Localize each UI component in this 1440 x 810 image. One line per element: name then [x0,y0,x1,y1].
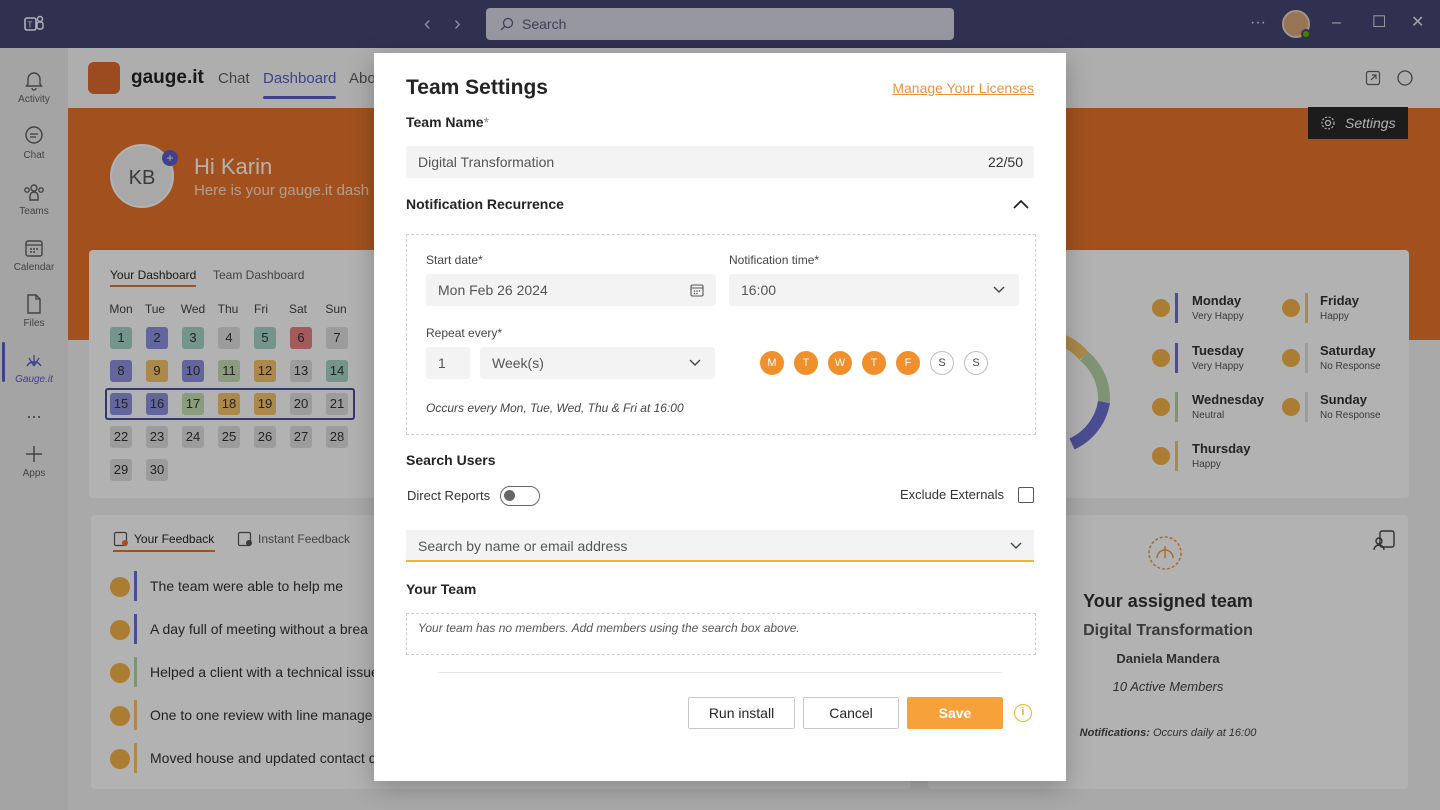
manage-licenses-link[interactable]: Manage Your Licenses [892,80,1034,96]
direct-reports-label: Direct Reports [407,488,491,503]
cancel-button[interactable]: Cancel [803,697,899,729]
team-settings-dialog: Team Settings Manage Your Licenses Team … [374,53,1066,781]
recurrence-summary: Occurs every Mon, Tue, Wed, Thu & Fri at… [426,401,684,415]
notification-time-value: 16:00 [741,282,777,298]
day-toggle-thursday[interactable]: T [862,351,886,375]
team-empty-message: Your team has no members. Add members us… [418,621,800,635]
team-name-label-text: Team Name [406,114,484,130]
exclude-externals-label: Exclude Externals [900,487,1005,502]
save-button[interactable]: Save [907,697,1003,729]
exclude-externals-checkbox[interactable] [1018,487,1034,503]
day-toggle-tuesday[interactable]: T [794,351,818,375]
notification-time-label: Notification time* [729,253,820,267]
user-search-input[interactable]: Search by name or email address [406,530,1034,562]
chevron-up-icon[interactable] [1012,197,1030,211]
notification-time-dropdown[interactable]: 16:00 [729,274,1019,306]
team-members-list: Your team has no members. Add members us… [406,613,1036,655]
start-date-label: Start date* [426,253,483,267]
repeat-count-value: 1 [438,355,446,371]
calendar-icon[interactable] [690,283,704,297]
repeat-every-label: Repeat every* [426,326,503,340]
info-icon[interactable]: i [1014,704,1032,722]
direct-reports-toggle[interactable] [500,486,540,506]
team-name-value: Digital Transformation [418,154,555,170]
chevron-down-icon [993,286,1005,293]
team-name-input[interactable]: Digital Transformation 22/50 [406,146,1034,178]
team-name-label: Team Name* [406,114,489,130]
day-toggle-saturday[interactable]: S [930,351,954,375]
notification-recurrence-label: Notification Recurrence [406,196,564,212]
day-toggle-friday[interactable]: F [896,351,920,375]
dialog-title: Team Settings [406,76,548,99]
repeat-count-input[interactable]: 1 [426,347,470,379]
chevron-down-icon [689,359,701,366]
user-search-placeholder: Search by name or email address [418,538,628,554]
divider [438,672,1002,673]
start-date-value: Mon Feb 26 2024 [438,282,548,298]
your-team-label: Your Team [406,581,477,597]
repeat-unit-dropdown[interactable]: Week(s) [480,347,715,379]
chevron-down-icon [1010,542,1022,549]
start-date-picker[interactable]: Mon Feb 26 2024 [426,274,716,306]
required-mark: * [483,114,490,130]
repeat-unit-value: Week(s) [492,355,544,371]
day-toggle-sunday[interactable]: S [964,351,988,375]
run-install-button[interactable]: Run install [688,697,795,729]
character-counter: 22/50 [987,154,1023,170]
day-toggle-wednesday[interactable]: W [828,351,852,375]
day-toggle-monday[interactable]: M [760,351,784,375]
search-users-label: Search Users [406,452,496,468]
